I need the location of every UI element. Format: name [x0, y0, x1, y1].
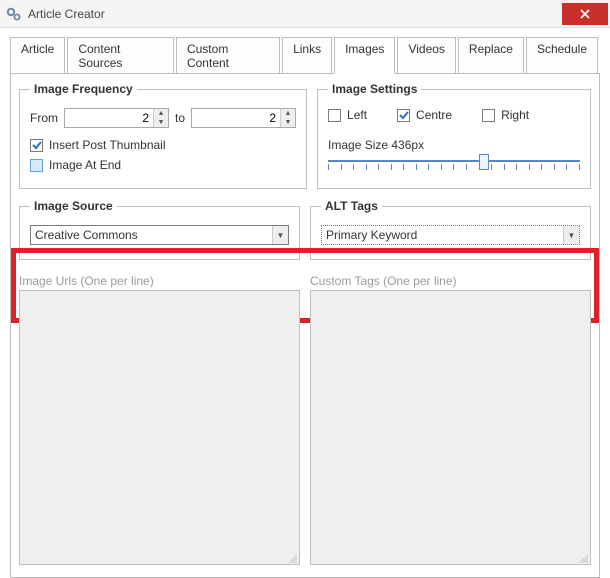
chevron-down-icon[interactable]: ▼: [563, 226, 579, 244]
tab-images[interactable]: Images: [334, 37, 395, 74]
tab-custom-content[interactable]: Custom Content: [176, 37, 280, 74]
chevron-up-icon[interactable]: ▲: [281, 109, 295, 118]
tab-schedule[interactable]: Schedule: [526, 37, 598, 74]
tab-bar: Article Content Sources Custom Content L…: [0, 28, 610, 73]
tab-article[interactable]: Article: [10, 37, 65, 74]
resize-handle-icon[interactable]: [578, 552, 588, 562]
legend-image-frequency: Image Frequency: [30, 82, 137, 96]
group-image-source: Image Source Creative Commons ▼: [19, 199, 300, 260]
group-image-frequency: Image Frequency From ▲ ▼ to ▲ ▼: [19, 82, 307, 189]
spinner-from-buttons[interactable]: ▲ ▼: [153, 109, 168, 127]
check-icon: [32, 140, 42, 150]
input-from[interactable]: [65, 109, 153, 127]
chevron-up-icon[interactable]: ▲: [154, 109, 168, 118]
combo-image-source-value: Creative Commons: [31, 228, 272, 242]
checkbox-insert-thumbnail[interactable]: [30, 139, 43, 152]
close-icon: [580, 9, 590, 19]
legend-image-source: Image Source: [30, 199, 117, 213]
spinner-to[interactable]: ▲ ▼: [191, 108, 296, 128]
label-from: From: [30, 111, 58, 125]
slider-line: [328, 160, 580, 162]
textarea-custom-tags[interactable]: [310, 290, 591, 565]
title-bar: Article Creator: [0, 0, 610, 28]
group-image-settings: Image Settings Left Centre: [317, 82, 591, 189]
check-icon: [399, 110, 409, 120]
label-image-size: Image Size 436px: [328, 138, 580, 152]
legend-image-settings: Image Settings: [328, 82, 421, 96]
tab-replace[interactable]: Replace: [458, 37, 524, 74]
label-centre: Centre: [416, 108, 452, 122]
slider-ticks: [328, 164, 580, 172]
chevron-down-icon[interactable]: ▼: [154, 118, 168, 127]
label-image-urls: Image Urls (One per line): [19, 274, 300, 288]
tab-links[interactable]: Links: [282, 37, 332, 74]
input-to[interactable]: [192, 109, 280, 127]
checkbox-image-at-end[interactable]: [30, 159, 43, 172]
spinner-from[interactable]: ▲ ▼: [64, 108, 169, 128]
tab-content-sources[interactable]: Content Sources: [67, 37, 174, 74]
chevron-down-icon[interactable]: ▼: [281, 118, 295, 127]
resize-handle-icon[interactable]: [287, 552, 297, 562]
textarea-image-urls[interactable]: [19, 290, 300, 565]
slider-image-size[interactable]: [328, 156, 580, 174]
combo-alt-tags[interactable]: Primary Keyword ▼: [321, 225, 580, 245]
close-button[interactable]: [562, 3, 608, 25]
checkbox-centre[interactable]: [397, 109, 410, 122]
label-image-at-end: Image At End: [49, 158, 121, 172]
slider-thumb[interactable]: [479, 154, 489, 170]
checkbox-left[interactable]: [328, 109, 341, 122]
label-custom-tags: Custom Tags (One per line): [310, 274, 591, 288]
chevron-down-icon[interactable]: ▼: [272, 226, 288, 244]
label-right: Right: [501, 108, 529, 122]
window-title: Article Creator: [28, 7, 562, 21]
legend-alt-tags: ALT Tags: [321, 199, 382, 213]
tab-page-images: Image Frequency From ▲ ▼ to ▲ ▼: [10, 73, 600, 578]
spinner-to-buttons[interactable]: ▲ ▼: [280, 109, 295, 127]
combo-image-source[interactable]: Creative Commons ▼: [30, 225, 289, 245]
label-insert-thumbnail: Insert Post Thumbnail: [49, 138, 166, 152]
checkbox-right[interactable]: [482, 109, 495, 122]
combo-alt-tags-value: Primary Keyword: [322, 228, 563, 242]
group-alt-tags: ALT Tags Primary Keyword ▼: [310, 199, 591, 260]
label-to: to: [175, 111, 185, 125]
gears-icon: [6, 6, 22, 22]
label-left: Left: [347, 108, 367, 122]
tab-videos[interactable]: Videos: [397, 37, 455, 74]
